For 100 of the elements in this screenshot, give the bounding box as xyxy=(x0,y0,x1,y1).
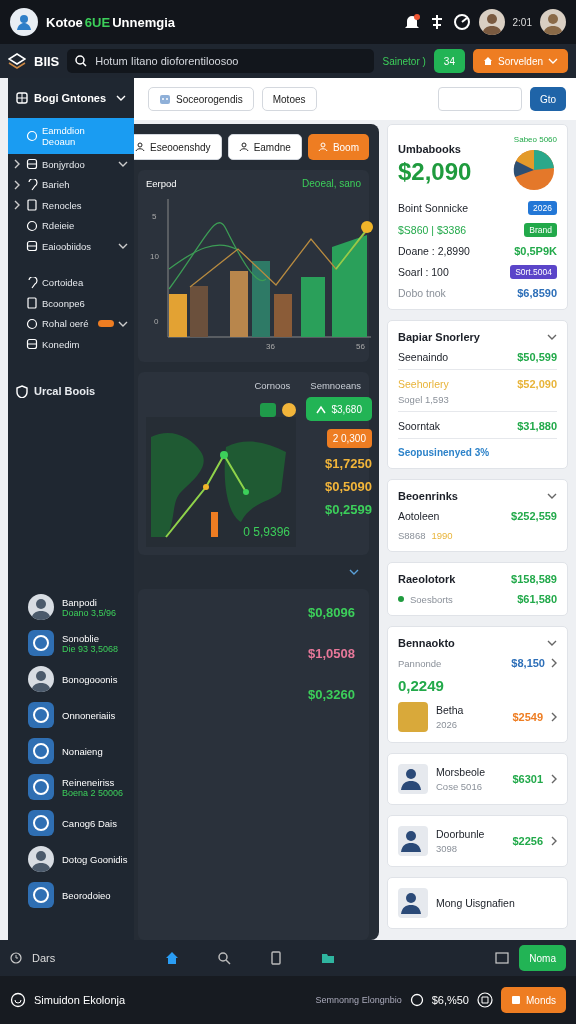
chart-bar xyxy=(169,294,187,337)
app-icon xyxy=(28,738,54,764)
amount-text: $1,7250 xyxy=(325,456,372,471)
nav-tab[interactable] xyxy=(165,951,180,965)
app-icon xyxy=(28,882,54,908)
row-label: Pannonde xyxy=(398,657,442,669)
sidebar-item[interactable]: Barieh xyxy=(8,174,134,195)
action-button[interactable]: Eamdne xyxy=(227,134,302,160)
amount-text: $0,3260 xyxy=(308,687,355,702)
avatar xyxy=(28,666,54,692)
chart-point xyxy=(361,221,373,233)
row-label: Soarl : 100 xyxy=(398,266,449,278)
search-field[interactable]: Hotum Iitano dioforentiloosoo xyxy=(67,49,375,73)
status-dot xyxy=(398,596,404,602)
sidebar-item[interactable]: Eaioobiidos xyxy=(8,236,134,257)
row-note: S8868 xyxy=(398,530,426,541)
item-amount: $2549 xyxy=(512,711,543,723)
user-icon xyxy=(317,142,328,152)
chevron-right-icon xyxy=(551,836,557,846)
row-label: Soesborts xyxy=(410,593,453,605)
sidebar-item[interactable]: Bcoonpe6 xyxy=(8,293,134,314)
person-name: Bonogooonis xyxy=(62,673,118,685)
tag-text: Sabeo 5060 xyxy=(513,135,557,144)
row-label: Seehorlery xyxy=(398,378,449,390)
go-button[interactable]: Gto xyxy=(529,87,566,111)
status-badge: Brand xyxy=(524,223,557,237)
axis-label: 0 xyxy=(154,317,159,326)
amount-badge: 2 0,300 xyxy=(326,429,372,448)
nav-tab[interactable] xyxy=(217,951,232,965)
row-value: $50,599 xyxy=(517,351,557,363)
nav-tab[interactable] xyxy=(321,951,336,965)
notification-pill xyxy=(98,320,114,328)
chevron-right-icon xyxy=(551,712,557,722)
sidebar-item[interactable]: Konedim xyxy=(8,334,134,355)
amount-text: $0,5090 xyxy=(325,479,372,494)
map-value: 0 5,9396 xyxy=(243,525,290,539)
card-title: Raeolotork xyxy=(398,573,456,585)
circle-icon xyxy=(26,130,38,142)
footer-title: Simuidon Ekolonja xyxy=(34,994,126,1006)
sidebar-item[interactable]: Cortoidea xyxy=(8,272,134,293)
chart-bar xyxy=(301,277,325,337)
circle-icon xyxy=(26,219,38,232)
search-icon xyxy=(75,55,88,67)
user-icon xyxy=(135,142,145,152)
product-image xyxy=(398,702,428,732)
contact-card[interactable]: Doorbunle 3098 $2256 xyxy=(387,815,568,867)
search-input[interactable]: Hotum Iitano dioforentiloosoo xyxy=(93,54,367,68)
app-icon xyxy=(28,630,54,656)
axis-label: 5 xyxy=(152,212,157,221)
amount-text: 0,2249 xyxy=(398,677,445,694)
avatar[interactable] xyxy=(478,9,505,35)
chevron-down-icon xyxy=(118,320,128,327)
chart-value: Deoeal, sano xyxy=(302,178,361,189)
row-label: Boint Sonnicke xyxy=(398,202,469,214)
row-value: $158,589 xyxy=(511,573,557,585)
contact-card[interactable]: Mong Uisgnafien xyxy=(387,877,568,929)
row-label: $S860 | $3386 xyxy=(398,224,467,236)
row-value: $0,5P9K xyxy=(514,245,557,257)
column-header: Cornoos xyxy=(254,380,291,391)
card-title: Bapiar Snorlery xyxy=(398,331,480,343)
window-icon[interactable] xyxy=(495,952,510,964)
person-name: Sonoblie xyxy=(62,632,100,644)
chevron-right-icon xyxy=(14,200,20,211)
amount-text: $0,8096 xyxy=(308,605,355,620)
sidebar-title: Bogi Gntones xyxy=(34,92,108,104)
brand-name: BlIS xyxy=(34,53,60,69)
action-button[interactable]: Eseooenshdy xyxy=(134,134,222,160)
avatar xyxy=(398,826,428,856)
app-icon xyxy=(28,810,54,836)
axis-label: 10 xyxy=(150,252,159,261)
avatar[interactable] xyxy=(540,9,566,35)
chevron-right-icon xyxy=(551,658,557,668)
person-detail: Die 93 3,5068 xyxy=(62,643,119,654)
toolbar-button[interactable]: Soceorogendis xyxy=(148,87,254,111)
person-detail: Boena 2 50006 xyxy=(62,787,124,798)
axis-label: 56 xyxy=(356,342,365,351)
chevron-down-icon xyxy=(547,640,557,646)
card-title: Beoenrinks xyxy=(398,490,458,502)
footer-amount: $6,%50 xyxy=(431,994,469,1006)
toolbar-button[interactable]: Motoes xyxy=(261,87,317,111)
sidebar-item[interactable]: Rohal oeré xyxy=(8,313,134,334)
contact-name: Morsbeole xyxy=(436,766,487,778)
chevron-right-icon xyxy=(14,159,20,170)
search-icon xyxy=(217,951,232,965)
chart-bar xyxy=(274,294,292,337)
person-name: Onnoneriaiis xyxy=(62,709,116,721)
row-label: Dobo tnok xyxy=(398,287,446,299)
input-field[interactable] xyxy=(437,87,522,111)
chevron-down-icon xyxy=(548,58,558,64)
status-badge: 2026 xyxy=(528,201,557,215)
sidebar-item[interactable]: Renocles xyxy=(8,195,134,216)
hook-icon xyxy=(26,276,38,289)
contact-card[interactable]: Morsbeole Cose 5016 $6301 xyxy=(387,753,568,805)
person-name: Reineneiriss xyxy=(62,776,116,788)
hook-icon xyxy=(26,178,38,191)
sidebar-item[interactable]: Bonjyrdoo xyxy=(8,154,134,175)
layers-icon xyxy=(8,53,26,69)
sidebar-item[interactable]: Rdeieie xyxy=(8,215,134,236)
avatar xyxy=(398,764,428,794)
row-value: $52,090 xyxy=(517,378,557,390)
